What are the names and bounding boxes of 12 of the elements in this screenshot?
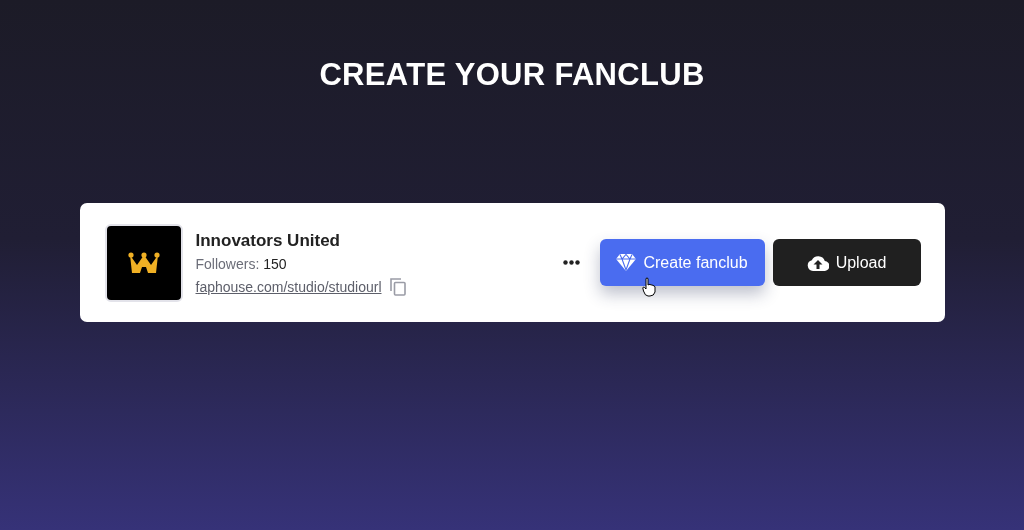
hand-cursor-icon bbox=[641, 277, 656, 297]
followers-count: 150 bbox=[263, 254, 287, 273]
followers-label: Followers: bbox=[195, 254, 260, 273]
cloud-upload-icon bbox=[806, 254, 829, 271]
upload-button[interactable]: Upload bbox=[772, 239, 921, 286]
crown-icon bbox=[127, 251, 160, 274]
more-icon[interactable] bbox=[562, 260, 580, 265]
page-heading: CREATE YOUR FANCLUB bbox=[319, 56, 705, 94]
studio-name: Innovators United bbox=[195, 229, 341, 252]
studio-link[interactable]: faphouse.com/studio/studiourl bbox=[195, 277, 382, 296]
diamond-icon bbox=[616, 254, 637, 271]
copy-icon[interactable] bbox=[389, 277, 406, 296]
